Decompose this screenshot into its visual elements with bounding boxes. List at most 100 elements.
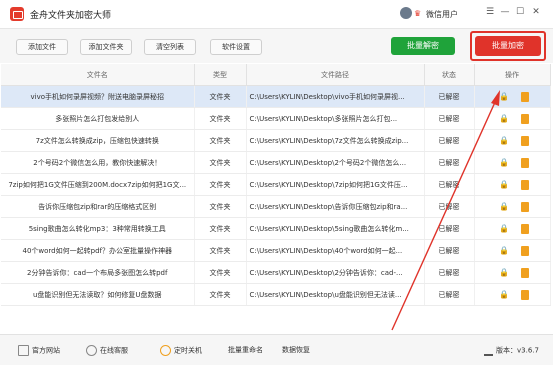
footer: 官方网站 在线客服 定时关机 批量重命名 数据恢复 版本：v3.6.7 [0, 334, 553, 365]
trash-icon[interactable] [520, 245, 529, 256]
home-icon [18, 345, 29, 356]
power-icon [160, 345, 171, 356]
table-row[interactable]: 告诉你压缩包zip和rar的压缩格式区别 文件夹 C:\Users\KYLIN\De… [1, 195, 551, 218]
settings-button[interactable]: 软件设置 [210, 39, 262, 55]
cell-status: 已解密 [424, 195, 475, 218]
cell-path: C:\Users\KYLIN\Desktop\u盘能识别但无法读... [246, 283, 425, 306]
cell-type: 文件夹 [194, 173, 247, 196]
cell-filename: vivo手机如何录屏视频？附送电脑录屏秘招 [1, 85, 195, 108]
lock-icon[interactable]: 🔒 [499, 92, 509, 101]
cell-path: C:\Users\KYLIN\Desktop\7zip如何把1G文件压... [246, 173, 425, 196]
cell-type: 文件夹 [194, 85, 247, 108]
trash-icon[interactable] [520, 179, 529, 190]
cell-status: 已解密 [424, 217, 475, 240]
cell-status: 已解密 [424, 151, 475, 174]
cell-type: 文件夹 [194, 283, 247, 306]
col-type: 类型 [194, 64, 247, 86]
cell-type: 文件夹 [194, 217, 247, 240]
lock-icon[interactable]: 🔒 [499, 268, 509, 277]
table-header: 文件名 类型 文件路径 状态 操作 [1, 64, 551, 86]
cell-actions: 🔒 [474, 173, 551, 196]
table-row[interactable]: 2分钟告诉你：cad一个布局多张图怎么转pdf 文件夹 C:\Users\KYLIN… [1, 261, 551, 284]
add-file-button[interactable]: 添加文件 [16, 39, 68, 55]
trash-icon[interactable] [520, 135, 529, 146]
trash-icon[interactable] [520, 223, 529, 234]
cell-actions: 🔒 [474, 217, 551, 240]
cell-type: 文件夹 [194, 239, 247, 262]
batch-decrypt-button[interactable]: 批量解密 [391, 37, 455, 55]
footer-support[interactable]: 在线客服 [86, 345, 128, 356]
trash-icon[interactable] [520, 201, 529, 212]
table-row[interactable]: 多张照片怎么打包发给别人 文件夹 C:\Users\KYLIN\Desktop\多张… [1, 107, 551, 130]
footer-version: 版本：v3.6.7 [484, 345, 539, 356]
cell-status: 已解密 [424, 85, 475, 108]
lock-icon[interactable]: 🔒 [499, 224, 509, 233]
cell-path: C:\Users\KYLIN\Desktop\告诉你压缩包zip和ra... [246, 195, 425, 218]
trash-icon[interactable] [520, 157, 529, 168]
cell-path: C:\Users\KYLIN\Desktop\vivo手机如何录屏视... [246, 85, 425, 108]
menu-icon[interactable]: ☰ [484, 7, 496, 17]
cell-status: 已解密 [424, 283, 475, 306]
cell-filename: 40个word如何一起转pdf？办公室批量操作神器 [1, 239, 195, 262]
cell-filename: 2个号码2个微信怎么用，教你快速解决！ [1, 151, 195, 174]
lock-icon[interactable]: 🔒 [499, 246, 509, 255]
cell-type: 文件夹 [194, 129, 247, 152]
trash-icon[interactable] [520, 91, 529, 102]
lock-icon[interactable]: 🔒 [499, 202, 509, 211]
lock-icon[interactable]: 🔒 [499, 136, 509, 145]
cell-filename: 7zip如何把1G文件压缩到200M.docx7zip如何把1G文... [1, 173, 195, 196]
lock-icon[interactable]: 🔒 [499, 290, 509, 299]
footer-website[interactable]: 官方网站 [18, 345, 60, 356]
crown-icon: ♛ [414, 9, 422, 18]
minimize-icon[interactable]: — [499, 7, 511, 17]
table-row[interactable]: 7zip如何把1G文件压缩到200M.docx7zip如何把1G文... 文件夹 C… [1, 173, 551, 196]
footer-recovery[interactable]: 数据恢复 [282, 345, 310, 355]
trash-icon[interactable] [520, 267, 529, 278]
person-icon [86, 345, 97, 356]
user-name[interactable]: 微信用户 [426, 9, 458, 20]
cell-filename: u盘能识别但无法读取？如何修复U盘数据 [1, 283, 195, 306]
cell-filename: 5sing歌曲怎么转化mp3：3种常用转换工具 [1, 217, 195, 240]
file-table: 文件名 类型 文件路径 状态 操作 vivo手机如何录屏视频？附送电脑录屏秘招文… [1, 64, 551, 306]
col-path: 文件路径 [246, 64, 425, 86]
footer-rename[interactable]: 批量重命名 [228, 345, 263, 355]
trash-icon[interactable] [520, 289, 529, 300]
cell-actions: 🔒 [474, 283, 551, 306]
table-row[interactable]: 40个word如何一起转pdf？办公室批量操作神器 文件夹 C:\Users\KYL… [1, 239, 551, 262]
footer-shutdown[interactable]: 定时关机 [160, 345, 202, 356]
cell-status: 已解密 [424, 239, 475, 262]
clear-list-button[interactable]: 清空列表 [144, 39, 196, 55]
cell-actions: 🔒 [474, 107, 551, 130]
col-filename: 文件名 [1, 64, 195, 86]
close-icon[interactable]: ✕ [530, 7, 542, 17]
cell-status: 已解密 [424, 107, 475, 130]
cell-path: C:\Users\KYLIN\Desktop\5sing歌曲怎么转化m... [246, 217, 425, 240]
lock-icon[interactable]: 🔒 [499, 158, 509, 167]
avatar[interactable] [400, 7, 412, 19]
lock-icon[interactable]: 🔒 [499, 180, 509, 189]
cell-actions: 🔒 [474, 129, 551, 152]
cell-filename: 多张照片怎么打包发给别人 [1, 107, 195, 130]
cell-path: C:\Users\KYLIN\Desktop\2分钟告诉你：cad-... [246, 261, 425, 284]
trash-icon[interactable] [520, 113, 529, 124]
cell-status: 已解密 [424, 129, 475, 152]
table-row[interactable]: 5sing歌曲怎么转化mp3：3种常用转换工具 文件夹 C:\Users\KYLIN… [1, 217, 551, 240]
cell-type: 文件夹 [194, 195, 247, 218]
table-row[interactable]: 7z文件怎么转换成zip，压缩包快速转换 文件夹 C:\Users\KYLIN\De… [1, 129, 551, 152]
col-actions: 操作 [474, 64, 551, 86]
batch-encrypt-button[interactable]: 批量加密 [475, 36, 541, 56]
table-row[interactable]: u盘能识别但无法读取？如何修复U盘数据 文件夹 C:\Users\KYLIN\Des… [1, 283, 551, 306]
cell-type: 文件夹 [194, 261, 247, 284]
app-title: 金舟文件夹加密大师 [30, 11, 112, 21]
app-logo-icon [10, 7, 24, 21]
cell-actions: 🔒 [474, 195, 551, 218]
table-row[interactable]: vivo手机如何录屏视频？附送电脑录屏秘招 文件夹 C:\Users\KYLIN\D… [1, 85, 551, 108]
cell-filename: 7z文件怎么转换成zip，压缩包快速转换 [1, 129, 195, 152]
cell-path: C:\Users\KYLIN\Desktop\7z文件怎么转换成zip... [246, 129, 425, 152]
add-folder-button[interactable]: 添加文件夹 [80, 39, 132, 55]
col-status: 状态 [424, 64, 475, 86]
lock-icon[interactable]: 🔒 [499, 114, 509, 123]
cell-filename: 告诉你压缩包zip和rar的压缩格式区别 [1, 195, 195, 218]
maximize-icon[interactable]: ☐ [514, 7, 526, 17]
table-row[interactable]: 2个号码2个微信怎么用，教你快速解决！ 文件夹 C:\Users\KYLIN\Des… [1, 151, 551, 174]
